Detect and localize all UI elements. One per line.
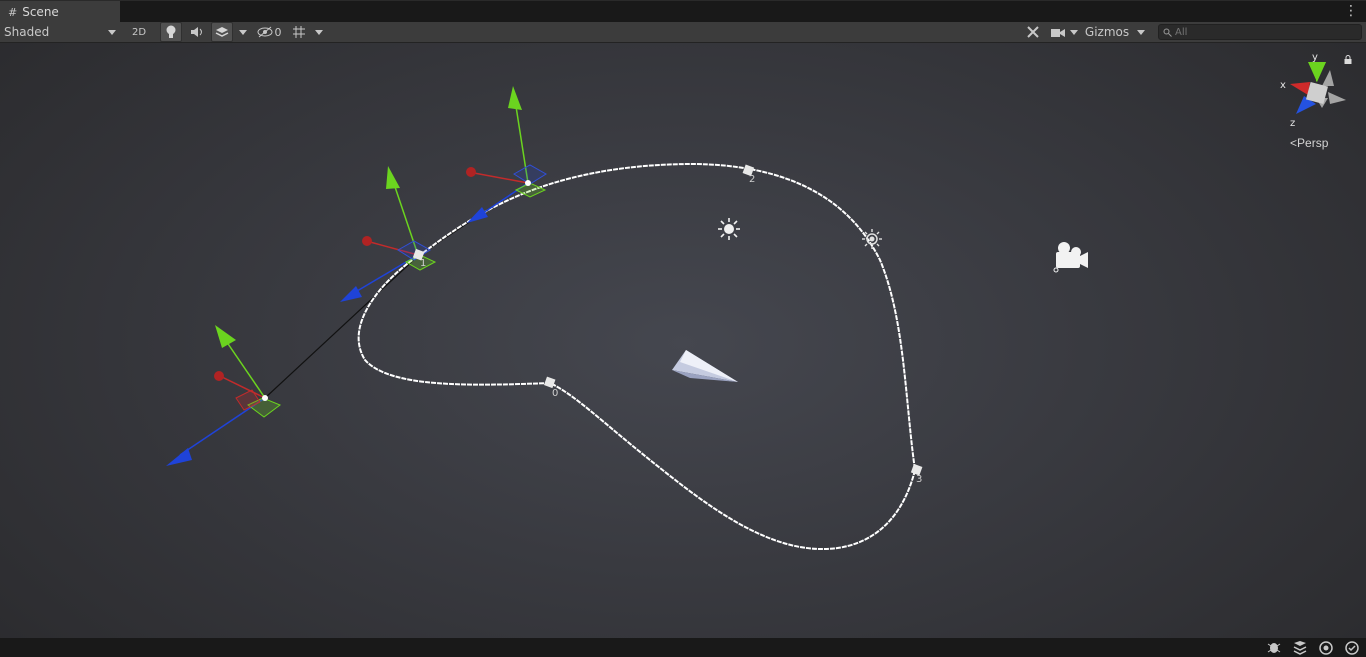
gizmos-button[interactable]: Gizmos <box>1084 22 1130 42</box>
chevron-left-icon: < <box>1290 136 1298 150</box>
shading-mode-label: Shaded <box>4 25 50 39</box>
chevron-down-icon <box>1137 29 1145 35</box>
x-axis-handle[interactable] <box>466 167 476 177</box>
effects-toggle-button[interactable] <box>211 22 233 42</box>
gizmos-label: Gizmos <box>1084 25 1130 39</box>
point-light-icon[interactable] <box>862 229 882 249</box>
bezier-path <box>357 162 917 551</box>
orientation-gizmo[interactable]: y x z <box>1280 52 1346 129</box>
axis-x-label: x <box>1280 80 1286 91</box>
search-icon <box>1163 28 1172 37</box>
y-axis-cone[interactable] <box>1308 62 1326 82</box>
y-axis-arrow[interactable] <box>508 86 522 110</box>
window-tab-bar: # Scene ⋮ <box>0 0 1366 23</box>
neg-z-cone[interactable] <box>1322 70 1334 86</box>
audio-toggle-button[interactable] <box>186 22 208 42</box>
waypoint-label: 2 <box>749 174 755 185</box>
z-axis-arrow[interactable] <box>467 207 488 223</box>
camera-object-icon[interactable] <box>1053 242 1088 273</box>
grid-icon: # <box>8 5 18 19</box>
waypoint-0[interactable]: 0 <box>543 376 558 399</box>
chevron-down-icon <box>1070 29 1078 35</box>
lock-icon[interactable] <box>1344 55 1352 64</box>
transform-handle[interactable] <box>166 325 282 466</box>
lightbulb-icon <box>166 25 176 38</box>
more-options-icon[interactable]: ⋮ <box>1344 3 1358 19</box>
projection-toggle[interactable]: <Persp <box>1290 136 1328 150</box>
z-axis-arrow[interactable] <box>166 448 192 466</box>
scene-tab-label: Scene <box>22 5 59 19</box>
waypoint-label: 3 <box>916 474 922 485</box>
scene-visibility-button[interactable]: 0 <box>254 22 284 42</box>
camera-icon <box>1051 28 1065 37</box>
waypoint-3[interactable]: 3 <box>910 463 923 485</box>
cache-server-icon[interactable] <box>1292 640 1308 655</box>
y-axis-arrow[interactable] <box>215 325 236 348</box>
x-axis-cone[interactable] <box>1290 82 1310 95</box>
toggle-2d-button[interactable]: 2D <box>126 22 152 42</box>
chevron-down-icon <box>315 29 323 35</box>
scene-viewport[interactable]: 0 1 2 3 y x z <Persp <box>0 43 1366 638</box>
directional-light-icon[interactable] <box>718 218 740 240</box>
axis-y-label: y <box>1312 52 1318 63</box>
tools-icon <box>1027 26 1039 38</box>
projection-label: Persp <box>1297 136 1329 150</box>
z-axis-arrow[interactable] <box>340 286 362 302</box>
transform-handle[interactable] <box>466 86 547 223</box>
waypoint-label: 0 <box>552 388 558 399</box>
scene-canvas: 0 1 2 3 y x z <box>166 52 1346 551</box>
scene-search-field[interactable] <box>1158 24 1362 40</box>
tools-button[interactable] <box>1022 22 1044 42</box>
chevron-down-icon <box>108 30 116 35</box>
x-axis-handle[interactable] <box>214 371 224 381</box>
layers-icon <box>215 27 229 37</box>
chevron-down-icon <box>239 29 247 35</box>
paper-plane-object[interactable] <box>672 350 738 382</box>
check-circle-icon[interactable] <box>1344 640 1360 655</box>
shading-mode-dropdown[interactable]: Shaded <box>0 22 121 42</box>
grid-snap-icon <box>293 26 305 38</box>
effects-dropdown[interactable] <box>236 22 250 42</box>
waypoint-2[interactable]: 2 <box>742 164 756 185</box>
x-axis-handle[interactable] <box>362 236 372 246</box>
axis-z-label: z <box>1290 118 1295 129</box>
progress-icon[interactable] <box>1318 640 1334 655</box>
scene-tab[interactable]: # Scene <box>0 1 120 23</box>
search-input[interactable] <box>1172 26 1345 38</box>
grid-toggle-button[interactable] <box>288 22 310 42</box>
speaker-icon <box>191 27 202 37</box>
toggle-2d-label: 2D <box>131 26 147 38</box>
camera-settings-button[interactable] <box>1048 22 1080 42</box>
gizmos-dropdown[interactable] <box>1132 22 1150 42</box>
lighting-toggle-button[interactable] <box>160 22 182 42</box>
neg-x-cone[interactable] <box>1328 92 1346 104</box>
grid-dropdown[interactable] <box>312 22 326 42</box>
bug-icon[interactable] <box>1266 640 1282 655</box>
waypoint-label: 1 <box>420 258 426 269</box>
scene-toolbar: Shaded 2D 0 Gizmos All <box>0 22 1366 43</box>
y-axis-arrow[interactable] <box>386 166 400 189</box>
hidden-count: 0 <box>274 25 282 39</box>
tangent-line <box>264 182 529 399</box>
hidden-eye-icon <box>257 26 272 38</box>
status-bar <box>0 638 1366 657</box>
